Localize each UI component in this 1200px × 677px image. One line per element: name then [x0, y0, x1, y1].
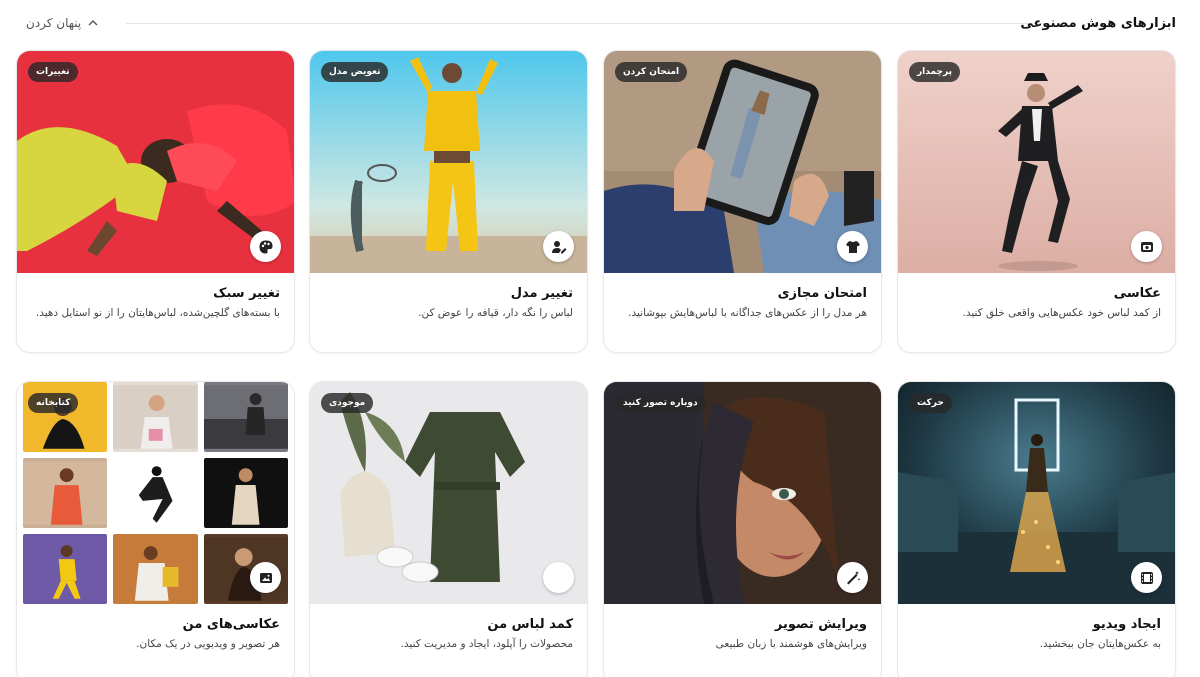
card-description: محصولات را آپلود، ایجاد و مدیریت کنید. [400, 638, 573, 650]
tool-card-restyle[interactable]: تغییرات تغییر سبک با بسته‌های گلچین‌شده،… [16, 50, 295, 353]
card-title: تغییر مدل [510, 286, 573, 301]
card-title: عکاسی‌های من [182, 617, 280, 632]
card-description: از کمد لباس خود عکس‌هایی واقعی خلق کنید. [962, 307, 1161, 319]
card-description: ویرایش‌های هوشمند با زبان طبیعی [715, 638, 867, 650]
card-description: لباس را نگه دار، قیافه را عوض کن. [418, 307, 573, 319]
card-description: هر تصویر و ویدیویی در یک مکان. [136, 638, 280, 650]
card-description: به عکس‌هایتان جان ببخشید. [1039, 638, 1161, 650]
card-title: ویرایش تصویر [774, 617, 867, 632]
tool-card-create-video[interactable]: حرکت ایجاد ویدیو به عکس‌هایتان جان ببخشی… [897, 381, 1176, 677]
hide-label: پنهان کردن [26, 16, 82, 30]
card-text: عکاسی‌های من هر تصویر و ویدیویی در یک مک… [31, 616, 280, 652]
magic-wand-icon[interactable] [837, 562, 868, 593]
tool-card-my-wardrobe[interactable]: موجودی کمد لباس من محصولات را آپلود، ایج… [309, 381, 588, 677]
card-title: ایجاد ویدیو [1092, 617, 1161, 632]
card-title: کمد لباس من [487, 617, 573, 632]
card-title: تغییر سبک [213, 286, 280, 301]
card-badge: پرچمدار [909, 62, 960, 82]
card-badge: تغییرات [28, 62, 78, 82]
card-text: امتحان مجازی هر مدل را از عکس‌های جداگان… [618, 285, 867, 321]
card-badge: کتابخانه [28, 393, 79, 413]
card-description: هر مدل را از عکس‌های جداگانه با لباس‌های… [628, 307, 867, 319]
section-title: ابزارهای هوش مصنوعی [1020, 15, 1176, 31]
card-text: عکاسی از کمد لباس خود عکس‌هایی واقعی خلق… [912, 285, 1161, 321]
tool-card-photoshoot[interactable]: پرچمدار عکاسی از کمد لباس خود عکس‌هایی و… [897, 50, 1176, 353]
card-badge: امتحان کردن [615, 62, 688, 82]
tool-card-my-photoshoots[interactable]: کتابخانه عکاسی‌های من هر تصویر و ویدیویی… [16, 381, 295, 677]
tools-grid: پرچمدار عکاسی از کمد لباس خود عکس‌هایی و… [16, 50, 1176, 677]
film-icon[interactable] [1131, 562, 1162, 593]
card-text: کمد لباس من محصولات را آپلود، ایجاد و مد… [324, 616, 573, 652]
tool-card-model-swap[interactable]: تعویض مدل تغییر مدل لباس را نگه دار، قیا… [309, 50, 588, 353]
card-text: ویرایش تصویر ویرایش‌های هوشمند با زبان ط… [618, 616, 867, 652]
image-icon[interactable] [250, 562, 281, 593]
person-edit-icon[interactable] [543, 231, 574, 262]
tool-card-image-edit[interactable]: دوباره تصور کنید ویرایش تصویر ویرایش‌های… [603, 381, 882, 677]
card-text: ایجاد ویدیو به عکس‌هایتان جان ببخشید. [912, 616, 1161, 652]
section-header: پنهان کردن ابزارهای هوش مصنوعی [16, 10, 1184, 36]
tshirt-icon[interactable] [837, 231, 868, 262]
card-badge: تعویض مدل [321, 62, 389, 82]
card-title: عکاسی [1113, 286, 1161, 301]
hide-toggle[interactable]: پنهان کردن [26, 16, 99, 30]
card-text: تغییر مدل لباس را نگه دار، قیافه را عوض … [324, 285, 573, 321]
camera-icon[interactable] [1131, 231, 1162, 262]
card-badge: دوباره تصور کنید [615, 393, 706, 413]
blank-circle-icon[interactable] [543, 562, 574, 593]
card-description: با بسته‌های گلچین‌شده، لباس‌هایتان را از… [35, 307, 280, 319]
card-badge: حرکت [909, 393, 952, 413]
chevron-up-icon [88, 20, 98, 26]
tool-card-virtual-try-on[interactable]: امتحان کردن امتحان مجازی هر مدل را از عک… [603, 50, 882, 353]
card-badge: موجودی [321, 393, 374, 413]
palette-icon[interactable] [250, 231, 281, 262]
card-text: تغییر سبک با بسته‌های گلچین‌شده، لباس‌ها… [31, 285, 280, 321]
header-divider [126, 23, 1044, 24]
card-title: امتحان مجازی [777, 286, 867, 301]
